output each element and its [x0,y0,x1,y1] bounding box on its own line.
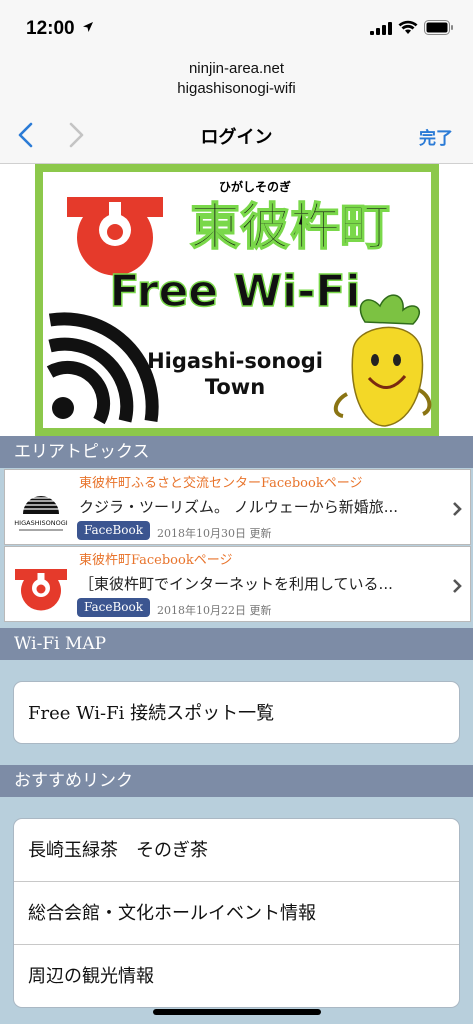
news-source: 東彼杵町ふるさと交流センターFacebookページ [79,476,363,491]
banner-town-en-2: Town [205,375,265,399]
browser-nav-bar: ninjin-area.net higashisonogi-wifi ログイン … [0,56,473,164]
location-arrow-icon [83,22,93,32]
banner-hiragana: ひがしそのぎ [219,179,291,194]
news-item[interactable]: 東彼杵町Facebookページ ［東彼杵町でインターネットを利用している... … [4,546,471,622]
section-header-wifi-map: Wi-Fi MAP [0,628,473,660]
free-wifi-banner: ひがしそのぎ 東彼杵町 Free Wi-Fi Higashi-sonogi To… [35,164,439,436]
chevron-right-icon [453,579,462,593]
link-hall-events[interactable]: 総合会館・文化ホールイベント情報 [14,882,459,945]
browser-path: higashisonogi-wifi [177,80,296,97]
facebook-badge: FaceBook [77,598,151,617]
banner-town-kanji: 東彼杵町 [190,198,390,256]
news-text: ［東彼杵町でインターネットを利用している... [79,575,393,593]
furusato-center-logo-icon: HIGASHISONOGI [11,478,71,538]
thumb-logo-text: HIGASHISONOGI [14,519,67,527]
link-tourism-info[interactable]: 周辺の観光情報 [14,945,459,1007]
recommended-links-list: 長崎玉緑茶 そのぎ茶 総合会館・文化ホールイベント情報 周辺の観光情報 [13,818,460,1008]
news-date: 2018年10月22日 更新 [157,604,272,617]
home-indicator[interactable] [153,1009,321,1015]
section-header-recommended-links: おすすめリンク [0,765,473,797]
section-header-area-topics: エリアトピックス [0,436,473,468]
banner-area: ひがしそのぎ 東彼杵町 Free Wi-Fi Higashi-sonogi To… [0,164,473,436]
news-date: 2018年10月30日 更新 [157,527,272,540]
news-source: 東彼杵町Facebookページ [79,553,233,568]
wifi-map-list: Free Wi-Fi 接続スポット一覧 [13,681,460,744]
browser-domain: ninjin-area.net [188,60,285,77]
link-sonogi-tea[interactable]: 長崎玉緑茶 そのぎ茶 [14,819,459,882]
wifi-icon [398,20,418,34]
news-item[interactable]: HIGASHISONOGI 東彼杵町ふるさと交流センターFacebookページ … [4,469,471,545]
status-time: 12:00 [26,18,75,39]
page-title: ログイン [200,127,273,148]
banner-free-wifi: Free Wi-Fi [110,266,361,317]
banner-town-en-1: Higashi-sonogi [147,349,323,373]
cellular-signal-icon [370,22,392,35]
news-text: クジラ・ツーリズム。 ノルウェーから新婚旅... [79,498,399,516]
facebook-badge: FaceBook [77,521,151,540]
battery-icon [424,20,453,35]
status-bar: 12:00 [0,0,473,56]
town-logo-icon [11,555,71,615]
done-button[interactable]: 完了 [419,124,453,149]
wifi-spot-list-link[interactable]: Free Wi-Fi 接続スポット一覧 [14,682,459,743]
chevron-right-icon [453,502,462,516]
